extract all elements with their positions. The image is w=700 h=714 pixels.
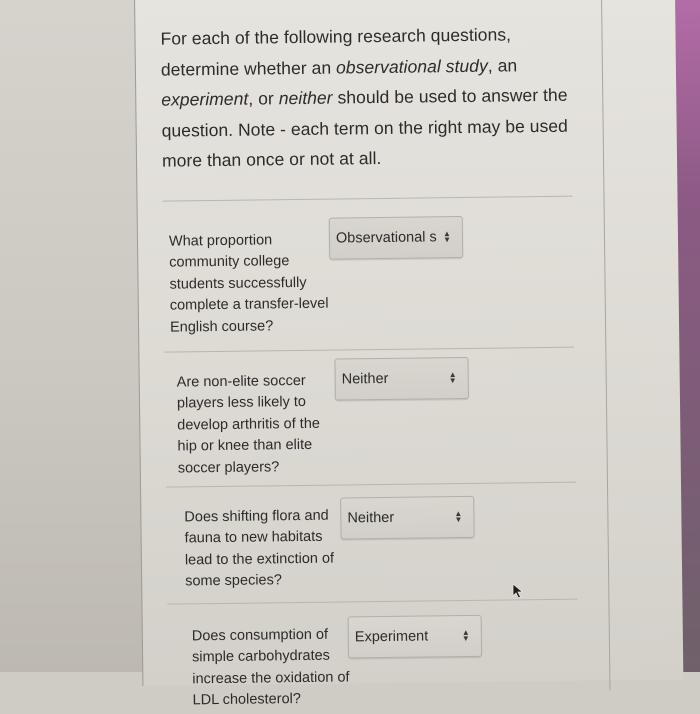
selected-value: Experiment: [354, 627, 429, 645]
question-text: Are non-elite soccer players less likely…: [176, 372, 321, 476]
selected-value: Neither: [341, 370, 389, 387]
instructions-part: , or: [248, 88, 279, 109]
question-row-1: What proportion community college studen…: [163, 215, 584, 341]
divider: [162, 195, 573, 202]
selected-value: Observational s: [335, 228, 437, 247]
selected-value: Neither: [347, 509, 395, 526]
divider: [164, 346, 575, 353]
up-down-chevron-icon: ▲ ▼: [461, 627, 470, 643]
question-text: Does shifting flora and fauna to new hab…: [184, 507, 335, 590]
term-experiment: experiment: [161, 88, 249, 110]
question-content: For each of the following research quest…: [160, 19, 588, 714]
question-card: For each of the following research quest…: [134, 0, 684, 708]
question-text: Does consumption of simple carbohydrates…: [191, 626, 350, 709]
card-border-line: [600, 0, 611, 691]
instructions-text: For each of the following research quest…: [160, 19, 582, 177]
answer-select-2[interactable]: Neither ▲ ▼: [334, 356, 469, 401]
up-down-chevron-icon: ▲ ▼: [454, 508, 463, 524]
divider: [167, 598, 578, 605]
mouse-pointer-icon: [512, 583, 524, 599]
term-neither: neither: [278, 87, 333, 109]
answer-select-1[interactable]: Observational s ▲ ▼: [328, 215, 464, 260]
divider: [165, 481, 576, 488]
up-down-chevron-icon: ▲ ▼: [442, 228, 452, 244]
question-text: What proportion community college studen…: [168, 231, 329, 336]
term-observational: observational study: [335, 55, 488, 78]
answer-select-4[interactable]: Experiment ▲ ▼: [347, 614, 483, 658]
question-row-4: Does consumption of simple carbohydrates…: [168, 614, 589, 714]
up-down-chevron-icon: ▲ ▼: [448, 369, 457, 385]
question-row-2: Are non-elite soccer players less likely…: [165, 356, 586, 482]
question-row-3: Does shifting flora and fauna to new hab…: [166, 495, 587, 595]
answer-select-3[interactable]: Neither ▲ ▼: [340, 495, 475, 540]
instructions-part: , an: [487, 54, 518, 76]
